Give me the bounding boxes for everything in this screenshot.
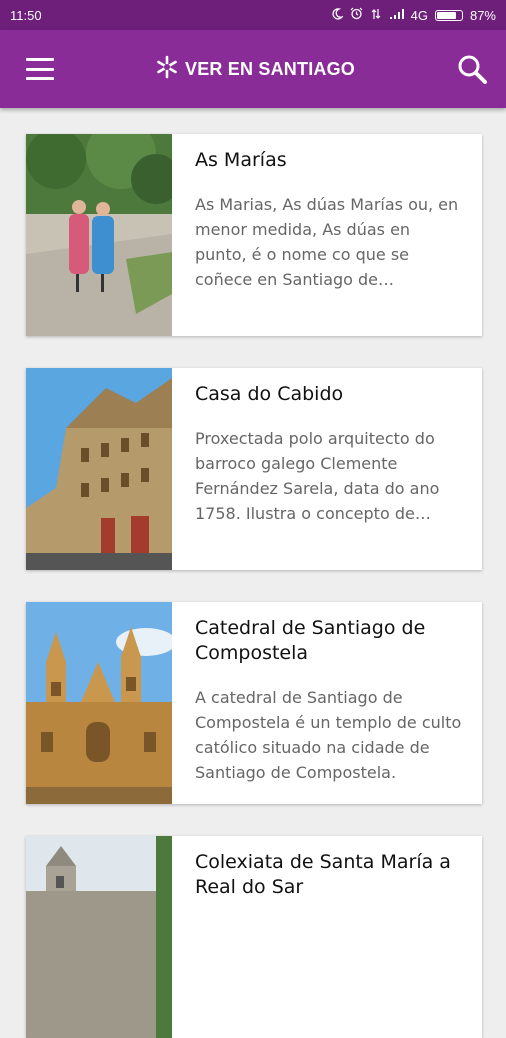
status-icons: 4G 87% <box>331 7 496 23</box>
place-image-colexiata <box>26 836 172 1038</box>
network-type: 4G <box>410 7 428 23</box>
place-description: A catedral de Santiago de Compostela é u… <box>195 688 462 782</box>
app-title: VER EN SANTIAGO <box>155 55 355 84</box>
moon-icon <box>331 7 344 23</box>
status-bar: 11:50 4G 87% <box>0 0 506 30</box>
place-image-catedral <box>26 602 172 804</box>
menu-icon[interactable] <box>26 58 54 80</box>
place-description: As Marias, As dúas Marías ou, en menor m… <box>195 195 459 289</box>
list-item[interactable]: As Marías As Marias, As dúas Marías ou, … <box>26 134 482 336</box>
status-time: 11:50 <box>10 7 42 23</box>
place-image-as-marias <box>26 134 172 336</box>
list-item[interactable]: Colexiata de Santa María a Real do Sar <box>26 836 482 1038</box>
app-bar: VER EN SANTIAGO <box>0 30 506 108</box>
data-transfer-icon <box>370 8 382 23</box>
alarm-icon <box>350 7 363 23</box>
battery-level: 87% <box>469 7 496 23</box>
list-item[interactable]: Catedral de Santiago de Compostela A cat… <box>26 602 482 804</box>
list-item[interactable]: Casa do Cabido Proxectada polo arquitect… <box>26 368 482 570</box>
place-description: Proxectada polo arquitecto do barroco ga… <box>195 429 440 523</box>
place-title: As Marías <box>195 149 287 171</box>
place-title: Colexiata de Santa María a Real do Sar <box>195 851 451 898</box>
place-title: Casa do Cabido <box>195 383 344 405</box>
app-logo-icon <box>155 55 179 84</box>
signal-icon <box>389 8 404 23</box>
battery-icon <box>434 9 463 21</box>
place-title: Catedral de Santiago de Compostela <box>195 617 426 664</box>
place-image-casa-do-cabido <box>26 368 172 570</box>
search-icon[interactable] <box>456 53 488 85</box>
app-title-text: VER EN SANTIAGO <box>184 58 356 79</box>
